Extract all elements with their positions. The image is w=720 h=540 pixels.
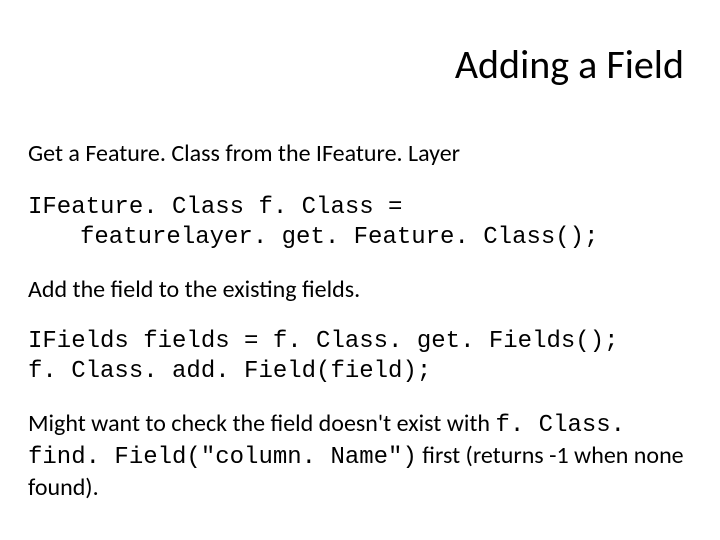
slide-body: Get a Feature. Class from the IFeature. … — [28, 139, 692, 503]
code-line: featurelayer. get. Feature. Class(); — [28, 223, 692, 253]
code-line: f. Class. add. Field(field); — [28, 357, 692, 387]
note-text-a: Might want to check the field doesn't ex… — [28, 409, 495, 438]
code-line: IFields fields = f. Class. get. Fields()… — [28, 327, 692, 357]
code-line: IFeature. Class f. Class = — [28, 193, 692, 223]
code-block-2: IFields fields = f. Class. get. Fields()… — [28, 327, 692, 387]
slide: Adding a Field Get a Feature. Class from… — [0, 0, 720, 540]
note-paragraph: Might want to check the field doesn't ex… — [28, 409, 692, 503]
code-block-1: IFeature. Class f. Class = featurelayer.… — [28, 193, 692, 253]
slide-title: Adding a Field — [28, 40, 692, 89]
add-field-paragraph: Add the field to the existing fields. — [28, 275, 692, 305]
intro-paragraph: Get a Feature. Class from the IFeature. … — [28, 139, 692, 169]
